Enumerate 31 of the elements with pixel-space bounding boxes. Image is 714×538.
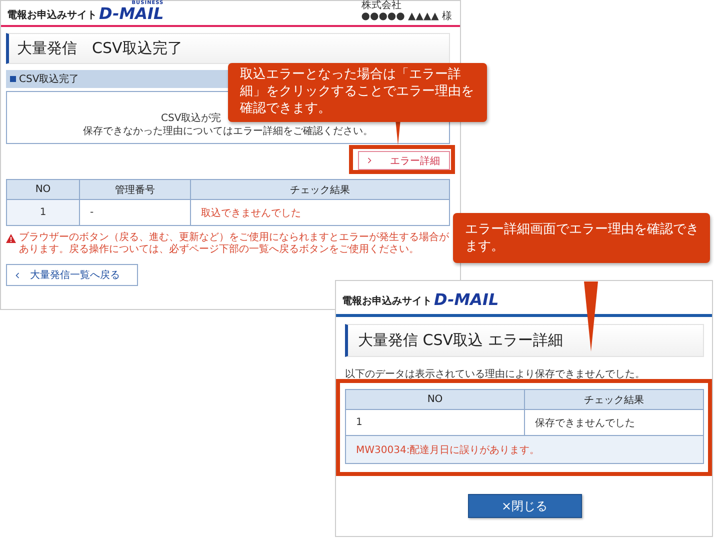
close-button[interactable]: ×閉じる bbox=[468, 494, 582, 518]
column-header: チェック結果 bbox=[190, 180, 450, 200]
description-text: 以下のデータは表示されている理由により保存できませんでした。 bbox=[345, 368, 646, 381]
account-name: ●●●●● ▲▲▲▲ 様 bbox=[361, 11, 452, 22]
logo: D-MAIL bbox=[99, 6, 164, 22]
column-header: 管理番号 bbox=[80, 180, 190, 200]
logo: D-MAIL bbox=[434, 292, 499, 308]
message-text: CSV取込が完 bbox=[161, 112, 222, 125]
warning-text: ブラウザーのボタン（戻る、進む、更新など）をご使用になられますとエラーが発生する場合があります。戻る操作については、必ずページ下部の一覧へ戻るボタンをご使用ください。 bbox=[19, 232, 450, 256]
column-header: チェック結果 bbox=[524, 390, 704, 410]
column-header: NO bbox=[6, 180, 80, 200]
error-message: MW30034:配達月日に誤りがあります。 bbox=[346, 436, 704, 464]
column-header: NO bbox=[346, 390, 524, 410]
error-detail-button[interactable]: エラー詳細 bbox=[358, 151, 450, 170]
section-title: CSV取込完了 bbox=[19, 72, 80, 86]
table-cell: 1 bbox=[6, 200, 80, 226]
callout: 取込エラーとなった場合は「エラー詳細」をクリックすることでエラー理由を確認できます。 bbox=[228, 63, 487, 122]
site-label: 電報お申込みサイト bbox=[7, 8, 97, 22]
table-cell: 取込できませんでした bbox=[190, 200, 450, 226]
page-title: 大量発信 CSV取込 エラー詳細 bbox=[345, 324, 704, 357]
message-text: 保存できなかった理由についてはエラー詳細をご確認ください。 bbox=[83, 125, 373, 138]
site-label: 電報お申込みサイト bbox=[342, 294, 432, 308]
warning-icon bbox=[6, 234, 16, 243]
page-title: 大量発信 CSV取込完了 bbox=[6, 33, 450, 64]
back-button[interactable]: 大量発信一覧へ戻る bbox=[6, 264, 138, 286]
callout: エラー詳細画面でエラー理由を確認できます。 bbox=[453, 213, 710, 263]
table-cell: - bbox=[80, 200, 190, 226]
chevron-right-icon bbox=[367, 157, 372, 164]
company-label: 株式会社 bbox=[361, 0, 402, 11]
square-icon bbox=[10, 76, 16, 82]
chevron-left-icon bbox=[15, 272, 20, 278]
